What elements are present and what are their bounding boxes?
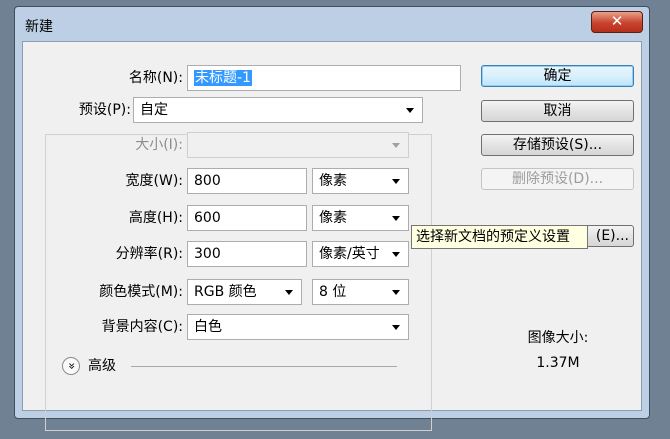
preset-value: 自定	[140, 102, 168, 118]
resolution-label: 分辨率(R):	[115, 246, 183, 262]
background-select[interactable]: 白色	[187, 314, 409, 340]
name-input-value: 未标题-1	[194, 70, 252, 86]
advanced-toggle[interactable]: »	[62, 357, 80, 375]
advanced-label: 高级	[88, 358, 116, 374]
chevron-down-icon	[285, 290, 293, 295]
dialog-title: 新建	[25, 19, 53, 35]
bitdepth-value: 8 位	[319, 284, 347, 300]
background-label: 背景内容(C):	[101, 319, 183, 335]
name-input[interactable]: 未标题-1	[187, 65, 461, 91]
colormode-select[interactable]: RGB 颜色	[187, 279, 302, 305]
chevron-down-icon	[392, 179, 400, 184]
name-label: 名称(N):	[128, 70, 183, 86]
height-label: 高度(H):	[128, 210, 183, 226]
chevron-down-icon	[406, 108, 414, 113]
close-icon: ✕	[610, 12, 624, 30]
resolution-unit-value: 像素/英寸	[319, 246, 380, 262]
bitdepth-select[interactable]: 8 位	[312, 279, 409, 305]
resolution-input[interactable]: 300	[187, 241, 307, 267]
cancel-button[interactable]: 取消	[481, 100, 634, 122]
ok-button[interactable]: 确定	[481, 65, 634, 87]
colormode-label: 颜色模式(M):	[99, 284, 183, 300]
preset-select[interactable]: 自定	[133, 97, 423, 123]
width-unit-value: 像素	[319, 173, 347, 189]
preset-tooltip: 选择新文档的预定义设置	[411, 225, 588, 249]
size-select[interactable]	[187, 132, 409, 158]
chevron-down-icon	[392, 252, 400, 257]
width-input[interactable]: 800	[187, 168, 307, 194]
preset-label: 预设(P):	[78, 102, 131, 118]
save-preset-button[interactable]: 存储预设(S)...	[481, 134, 634, 156]
chevron-down-icon	[392, 143, 400, 148]
advanced-divider	[131, 366, 397, 367]
double-chevron-down-icon: »	[65, 362, 79, 370]
chevron-down-icon	[392, 290, 400, 295]
colormode-value: RGB 颜色	[194, 284, 257, 300]
background-value: 白色	[194, 319, 222, 335]
chevron-down-icon	[392, 216, 400, 221]
width-label: 宽度(W):	[125, 173, 183, 189]
resolution-unit-select[interactable]: 像素/英寸	[312, 241, 409, 267]
new-document-dialog: 新建 ✕ 名称(N): 未标题-1 预设(P): 自定 大小(I): 宽度(W)…	[14, 6, 650, 431]
height-unit-select[interactable]: 像素	[312, 205, 409, 231]
chevron-down-icon	[392, 325, 400, 330]
close-button[interactable]: ✕	[591, 11, 643, 33]
height-input[interactable]: 600	[187, 205, 307, 231]
image-size-label: 图像大小:	[527, 330, 589, 346]
width-unit-select[interactable]: 像素	[312, 168, 409, 194]
image-size-value: 1.37M	[536, 355, 580, 371]
height-unit-value: 像素	[319, 210, 347, 226]
delete-preset-button[interactable]: 删除预设(D)...	[481, 168, 634, 190]
size-label: 大小(I):	[135, 137, 183, 153]
